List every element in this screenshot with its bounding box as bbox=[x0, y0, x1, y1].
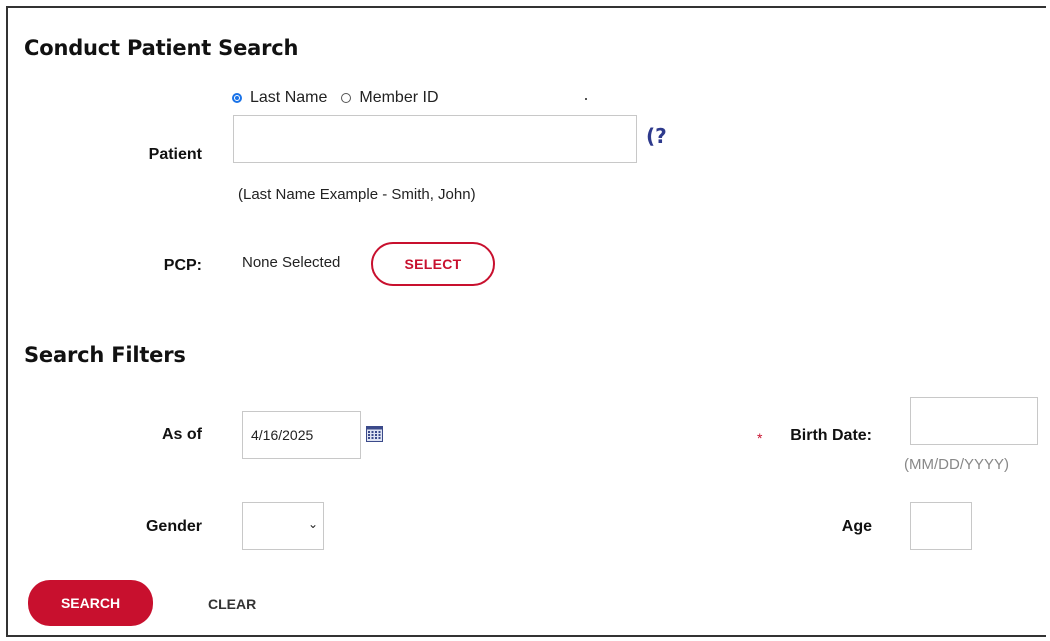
age-label: Age bbox=[841, 518, 872, 535]
patient-hint: (Last Name Example - Smith, John) bbox=[238, 186, 476, 203]
filters-heading: Search Filters bbox=[24, 343, 186, 367]
birth-date-input[interactable] bbox=[910, 397, 1038, 445]
clear-button[interactable]: CLEAR bbox=[208, 596, 256, 612]
patient-input[interactable] bbox=[233, 115, 637, 163]
required-asterisk: * bbox=[757, 430, 763, 446]
select-pcp-button[interactable]: SELECT bbox=[371, 242, 495, 286]
page-title: Conduct Patient Search bbox=[24, 36, 299, 60]
search-panel bbox=[6, 6, 1046, 637]
birth-date-format-hint: (MM/DD/YYYY) bbox=[904, 456, 1009, 473]
age-input[interactable] bbox=[910, 502, 972, 550]
patient-label: Patient bbox=[148, 146, 202, 163]
search-button[interactable]: SEARCH bbox=[28, 580, 153, 626]
calendar-icon[interactable] bbox=[366, 425, 383, 442]
search-type-radio-group: Last Name Member ID bbox=[232, 89, 453, 107]
radio-last-name-label[interactable]: Last Name bbox=[250, 89, 327, 107]
pcp-label: PCP: bbox=[163, 257, 202, 274]
radio-member-id[interactable] bbox=[341, 93, 352, 103]
pcp-value: None Selected bbox=[242, 254, 341, 271]
radio-last-name[interactable] bbox=[232, 93, 242, 103]
help-circle-icon[interactable]: (? bbox=[646, 125, 667, 147]
gender-label: Gender bbox=[145, 518, 202, 535]
radio-member-id-label[interactable]: Member ID bbox=[359, 89, 438, 107]
chevron-down-icon: ⌄ bbox=[308, 517, 319, 531]
decorative-dot bbox=[585, 98, 587, 100]
as-of-date-input[interactable] bbox=[242, 411, 361, 459]
as-of-label: As of bbox=[162, 426, 202, 443]
birth-date-label: Birth Date: bbox=[790, 427, 872, 444]
